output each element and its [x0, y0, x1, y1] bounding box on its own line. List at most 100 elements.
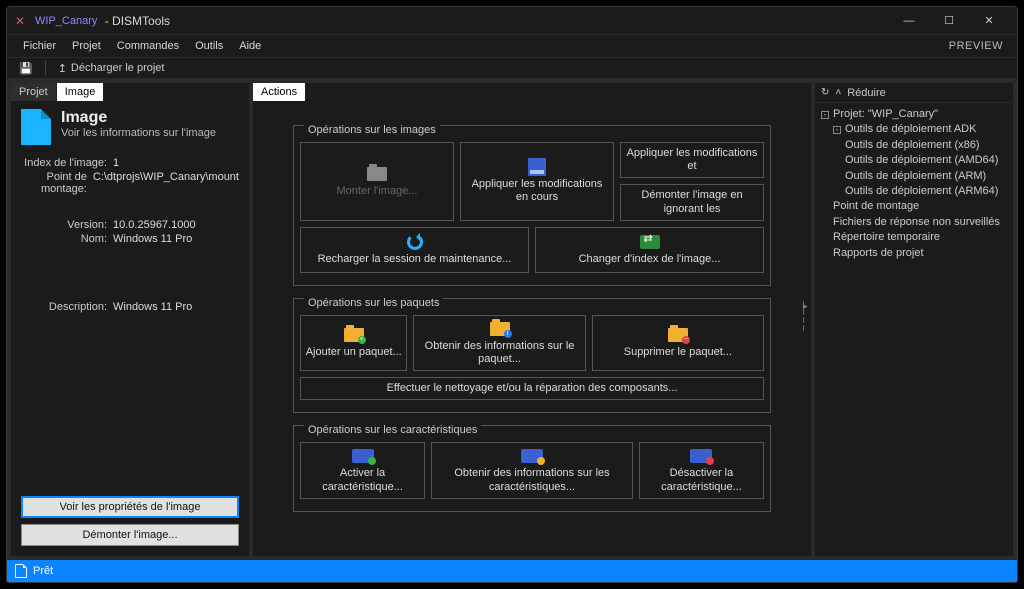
menu-file[interactable]: Fichier [15, 38, 64, 54]
desc-label: Description: [21, 301, 113, 313]
unmount-ignore-label: Démonter l'image en ignorant les [625, 189, 759, 215]
toolbar-separator [45, 61, 46, 75]
unmount-image-button[interactable]: Démonter l'image... [21, 524, 239, 546]
change-index-button[interactable]: Changer d'index de l'image... [535, 227, 764, 273]
maximize-button[interactable]: ☐ [929, 9, 969, 33]
content: Projet Image Image Voir les informations… [7, 79, 1017, 560]
remove-package-button[interactable]: − Supprimer le paquet... [592, 315, 764, 371]
mount-value: C:\dtprojs\WIP_Canary\mount [93, 171, 239, 195]
menu-project[interactable]: Projet [64, 38, 109, 54]
mount-label: Monter l'image... [337, 185, 418, 198]
tree-unattend[interactable]: Fichiers de réponse non surveillés [821, 215, 1007, 230]
index-label: Index de l'image: [21, 157, 113, 169]
preview-label: PREVIEW [949, 40, 1009, 52]
add-package-button[interactable]: + Ajouter un paquet... [300, 315, 407, 371]
tab-projet[interactable]: Projet [11, 83, 57, 101]
get-package-info-button[interactable]: i Obtenir des informations sur le paquet… [413, 315, 585, 371]
legend-features: Opérations sur les caractéristiques [304, 424, 481, 436]
folder-icon [367, 167, 387, 181]
app-window: ✕ WIP_Canary - DISMTools — ☐ ✕ Fichier P… [6, 6, 1018, 583]
tree-adk-amd64[interactable]: Outils de déploiement (AMD64) [821, 153, 1007, 168]
cleanup-label: Effectuer le nettoyage et/ou la réparati… [387, 382, 678, 395]
get-pkg-label: Obtenir des informations sur le paquet..… [418, 340, 580, 366]
status-file-icon [15, 564, 27, 578]
refresh-icon[interactable]: ↻ [821, 87, 829, 98]
menu-tools[interactable]: Outils [187, 38, 231, 54]
folder-info-icon: i [490, 322, 510, 336]
version-label: Version: [21, 219, 113, 231]
cleanup-button[interactable]: Effectuer le nettoyage et/ou la réparati… [300, 377, 764, 400]
folder-minus-icon: − [668, 328, 688, 342]
toolbar: 💾 ↥ Décharger le projet [7, 57, 1017, 79]
unmount-ignore-button[interactable]: Démonter l'image en ignorant les [620, 184, 764, 220]
close-button[interactable]: ✕ [969, 9, 1009, 33]
mount-image-button[interactable]: Monter l'image... [300, 142, 454, 221]
mount-label: Point de montage: [21, 171, 93, 195]
image-subtitle: Voir les informations sur l'image [61, 127, 216, 139]
statusbar: Prêt [7, 560, 1017, 582]
collapse-icon[interactable]: ˄ [835, 87, 841, 98]
save-icon: 💾 [19, 62, 33, 75]
image-file-icon [21, 109, 51, 145]
feature-plus-icon [352, 449, 374, 463]
legend-packages: Opérations sur les paquets [304, 297, 443, 309]
title-sep: - [101, 14, 112, 28]
tree-adk-x86[interactable]: Outils de déploiement (x86) [821, 138, 1007, 153]
menubar: Fichier Projet Commandes Outils Aide PRE… [7, 35, 1017, 57]
disable-feat-label: Désactiver la caractéristique... [644, 467, 759, 493]
desc-value: Windows 11 Pro [113, 301, 239, 313]
reload-icon [407, 234, 423, 250]
tab-actions[interactable]: Actions [253, 83, 306, 101]
tree-reports[interactable]: Rapports de projet [821, 246, 1007, 261]
disable-feature-button[interactable]: Désactiver la caractéristique... [639, 442, 764, 498]
tree-project-label: Projet: "WIP_Canary" [833, 107, 938, 122]
swap-icon [640, 235, 660, 249]
version-value: 10.0.25967.1000 [113, 219, 239, 231]
unload-icon: ↥ [58, 62, 67, 75]
fieldset-packages: Opérations sur les paquets + Ajouter un … [293, 298, 771, 414]
legend-images: Opérations sur les images [304, 124, 440, 136]
app-icon: ✕ [15, 14, 29, 28]
minimize-button[interactable]: — [889, 9, 929, 33]
tree-adk-label: Outils de déploiement ADK [845, 122, 976, 137]
left-panel: Projet Image Image Voir les informations… [11, 83, 249, 556]
name-value: Windows 11 Pro [113, 233, 239, 245]
fieldset-features: Opérations sur les caractéristiques Acti… [293, 425, 771, 511]
collapse-label[interactable]: Réduire [847, 87, 886, 99]
reload-session-button[interactable]: Recharger la session de maintenance... [300, 227, 529, 273]
image-heading: Image [61, 109, 216, 127]
tree-adk-arm[interactable]: Outils de déploiement (ARM) [821, 169, 1007, 184]
apply-and-button[interactable]: Appliquer les modifications et [620, 142, 764, 178]
splitter-handle[interactable]: ▸ [802, 77, 805, 554]
menu-help[interactable]: Aide [231, 38, 269, 54]
apply-modifications-button[interactable]: Appliquer les modifications en cours [460, 142, 614, 221]
tree-adk-arm64[interactable]: Outils de déploiement (ARM64) [821, 184, 1007, 199]
get-feature-info-button[interactable]: Obtenir des informations sur les caracté… [431, 442, 633, 498]
tree-mount[interactable]: Point de montage [821, 199, 1007, 214]
disk-icon [528, 158, 546, 176]
change-index-label: Changer d'index de l'image... [579, 253, 721, 266]
tree-project[interactable]: -Projet: "WIP_Canary" [821, 107, 1007, 122]
get-feat-label: Obtenir des informations sur les caracté… [436, 467, 628, 493]
reload-label: Recharger la session de maintenance... [318, 253, 512, 266]
titlebar: ✕ WIP_Canary - DISMTools — ☐ ✕ [7, 7, 1017, 35]
project-tree: -Projet: "WIP_Canary" -Outils de déploie… [815, 103, 1013, 265]
index-value: 1 [113, 157, 239, 169]
enable-feature-button[interactable]: Activer la caractéristique... [300, 442, 425, 498]
menu-commands[interactable]: Commandes [109, 38, 187, 54]
tree-temp[interactable]: Répertoire temporaire [821, 230, 1007, 245]
feature-minus-icon [690, 449, 712, 463]
apply-mod-label: Appliquer les modifications en cours [465, 178, 609, 204]
fieldset-images: Opérations sur les images Monter l'image… [293, 125, 771, 286]
tab-image[interactable]: Image [57, 83, 105, 101]
del-pkg-label: Supprimer le paquet... [624, 346, 732, 359]
title-app: DISMTools [112, 14, 170, 28]
save-button[interactable]: 💾 [13, 61, 39, 76]
tree-adk[interactable]: -Outils de déploiement ADK [821, 122, 1007, 137]
center-panel: Actions Opérations sur les images Monter… [253, 83, 811, 556]
title-project: WIP_Canary [35, 15, 97, 27]
view-properties-button[interactable]: Voir les propriétés de l'image [21, 496, 239, 518]
unload-project-button[interactable]: ↥ Décharger le projet [52, 61, 171, 76]
actions-body: Opérations sur les images Monter l'image… [253, 101, 811, 556]
right-panel: ↻ ˄ Réduire -Projet: "WIP_Canary" -Outil… [815, 83, 1013, 556]
